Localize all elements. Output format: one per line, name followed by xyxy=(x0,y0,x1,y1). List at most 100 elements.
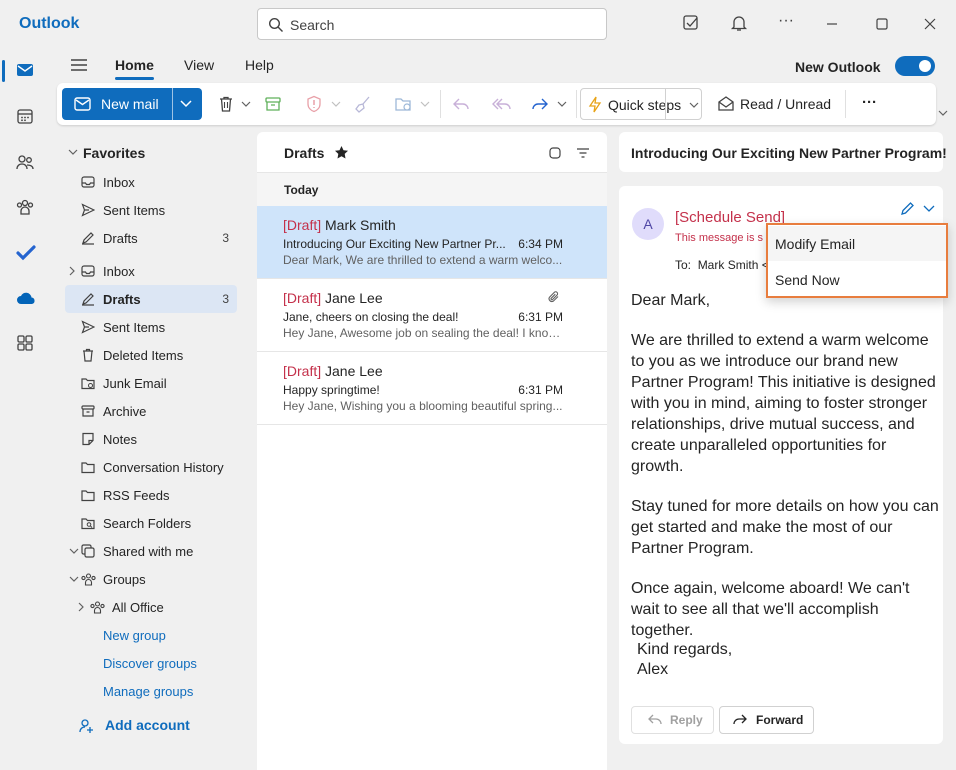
reply-label: Reply xyxy=(670,713,703,727)
folder-label: Archive xyxy=(103,404,147,419)
quick-steps-label: Quick steps xyxy=(608,97,682,113)
reply-all-icon[interactable] xyxy=(492,95,512,113)
menu-item-modify-email[interactable]: Modify Email xyxy=(768,226,946,261)
favorites-header[interactable]: Favorites xyxy=(83,145,145,161)
avatar: A xyxy=(632,208,664,240)
new-group-link[interactable]: New group xyxy=(65,621,237,649)
folder-inbox[interactable]: Inbox xyxy=(65,257,237,285)
favorite-drafts[interactable]: Drafts 3 xyxy=(65,224,237,252)
ribbon-expand-chevron-icon[interactable] xyxy=(938,110,948,116)
folder-shared-with-me[interactable]: Shared with me xyxy=(65,537,237,565)
envelope-open-icon[interactable] xyxy=(717,95,735,113)
chevron-right-icon[interactable] xyxy=(69,266,75,276)
calendar-icon[interactable] xyxy=(16,107,34,125)
chevron-down-icon[interactable] xyxy=(69,548,79,554)
folder-notes[interactable]: Notes xyxy=(65,425,237,453)
report-shield-icon[interactable] xyxy=(305,95,323,113)
add-person-icon xyxy=(79,718,95,734)
chevron-down-icon[interactable] xyxy=(180,100,192,108)
search-box[interactable]: Search xyxy=(257,8,607,40)
groups-icon[interactable] xyxy=(16,198,34,216)
recipient-name[interactable]: Mark Smith xyxy=(698,258,759,272)
archive-icon[interactable] xyxy=(264,95,282,113)
attachment-icon xyxy=(548,291,560,303)
chevron-right-icon[interactable] xyxy=(78,602,84,612)
message-row[interactable]: [Draft] Jane Lee Happy springtime! 6:31 … xyxy=(257,352,607,425)
split-divider xyxy=(665,89,666,119)
chevron-down-icon[interactable] xyxy=(69,576,79,582)
closing: Kind regards, xyxy=(637,641,733,658)
unread-count: 3 xyxy=(222,292,229,306)
folder-conversation-history[interactable]: Conversation History xyxy=(65,453,237,481)
star-icon[interactable] xyxy=(334,145,349,160)
tab-view[interactable]: View xyxy=(184,57,214,73)
reply-icon[interactable] xyxy=(452,95,470,113)
rail-selection-indicator xyxy=(2,60,5,82)
new-mail-split xyxy=(172,88,173,120)
close-icon[interactable] xyxy=(924,18,936,30)
mail-icon[interactable] xyxy=(16,62,34,78)
folder-search-folders[interactable]: Search Folders xyxy=(65,509,237,537)
move-folder-icon[interactable] xyxy=(394,95,414,113)
chevron-down-icon[interactable] xyxy=(689,102,699,108)
search-placeholder: Search xyxy=(290,17,335,33)
sweep-broom-icon[interactable] xyxy=(354,95,372,113)
chevron-down-icon[interactable] xyxy=(68,149,78,155)
reply-button[interactable]: Reply xyxy=(631,706,714,734)
todo-check-icon[interactable] xyxy=(16,244,36,262)
maximize-icon[interactable] xyxy=(876,18,888,30)
tab-help[interactable]: Help xyxy=(245,57,274,73)
quick-steps-button[interactable]: Quick steps xyxy=(580,88,702,120)
menu-item-send-now[interactable]: Send Now xyxy=(768,262,946,297)
filter-icon[interactable] xyxy=(576,147,590,159)
new-outlook-toggle[interactable] xyxy=(895,56,935,76)
folder-archive[interactable]: Archive xyxy=(65,397,237,425)
list-title: Drafts xyxy=(284,145,325,161)
folder-rss-feeds[interactable]: RSS Feeds xyxy=(65,481,237,509)
select-toggle-icon[interactable] xyxy=(548,146,562,160)
minimize-icon[interactable] xyxy=(826,18,838,30)
message-row[interactable]: [Draft] Mark Smith Introducing Our Excit… xyxy=(257,206,607,279)
signature: Alex xyxy=(637,661,669,678)
more-options-icon[interactable]: ··· xyxy=(862,94,877,111)
favorite-sent-items[interactable]: Sent Items xyxy=(65,196,237,224)
folder-icon xyxy=(81,488,95,502)
message-row[interactable]: [Draft] Jane Lee Jane, cheers on closing… xyxy=(257,279,607,352)
forward-button[interactable]: Forward xyxy=(719,706,814,734)
add-account-link[interactable]: Add account xyxy=(105,717,190,733)
chevron-down-icon[interactable] xyxy=(241,101,251,107)
hamburger-menu-icon[interactable] xyxy=(70,57,88,73)
folder-sent-items[interactable]: Sent Items xyxy=(65,313,237,341)
folder-label: Deleted Items xyxy=(103,348,184,363)
apps-grid-icon[interactable] xyxy=(16,334,34,352)
forward-icon[interactable] xyxy=(531,95,549,113)
shared-icon xyxy=(81,544,95,558)
chevron-down-icon[interactable] xyxy=(557,101,567,107)
chevron-down-icon[interactable] xyxy=(420,101,430,107)
more-icon[interactable]: ··· xyxy=(778,12,794,30)
folder-drafts[interactable]: Drafts 3 xyxy=(65,285,237,313)
toggle-knob xyxy=(919,60,931,72)
message-subject: Happy springtime! xyxy=(283,383,380,397)
chevron-down-icon[interactable] xyxy=(923,205,935,212)
folder-junk-email[interactable]: Junk Email xyxy=(65,369,237,397)
edit-pencil-icon[interactable] xyxy=(900,201,915,216)
manage-groups-link[interactable]: Manage groups xyxy=(65,677,237,705)
bell-icon[interactable] xyxy=(730,14,748,32)
onedrive-cloud-icon[interactable] xyxy=(16,290,36,306)
discover-groups-link[interactable]: Discover groups xyxy=(65,649,237,677)
chevron-down-icon[interactable] xyxy=(331,101,341,107)
message-preview: Dear Mark, We are thrilled to extend a w… xyxy=(283,253,563,267)
folder-deleted-items[interactable]: Deleted Items xyxy=(65,341,237,369)
notes-check-icon[interactable] xyxy=(682,14,700,32)
people-icon[interactable] xyxy=(16,153,34,171)
folder-all-office[interactable]: All Office xyxy=(74,593,237,621)
tab-home[interactable]: Home xyxy=(115,57,154,73)
delete-icon[interactable] xyxy=(217,95,235,113)
folder-groups[interactable]: Groups xyxy=(65,565,237,593)
folder-label: Inbox xyxy=(103,175,135,190)
body-paragraph: Once again, welcome aboard! We can't wai… xyxy=(631,580,910,639)
schedule-note: This message is s xyxy=(675,232,764,244)
new-mail-button[interactable]: New mail xyxy=(62,88,202,120)
favorite-inbox[interactable]: Inbox xyxy=(65,168,237,196)
